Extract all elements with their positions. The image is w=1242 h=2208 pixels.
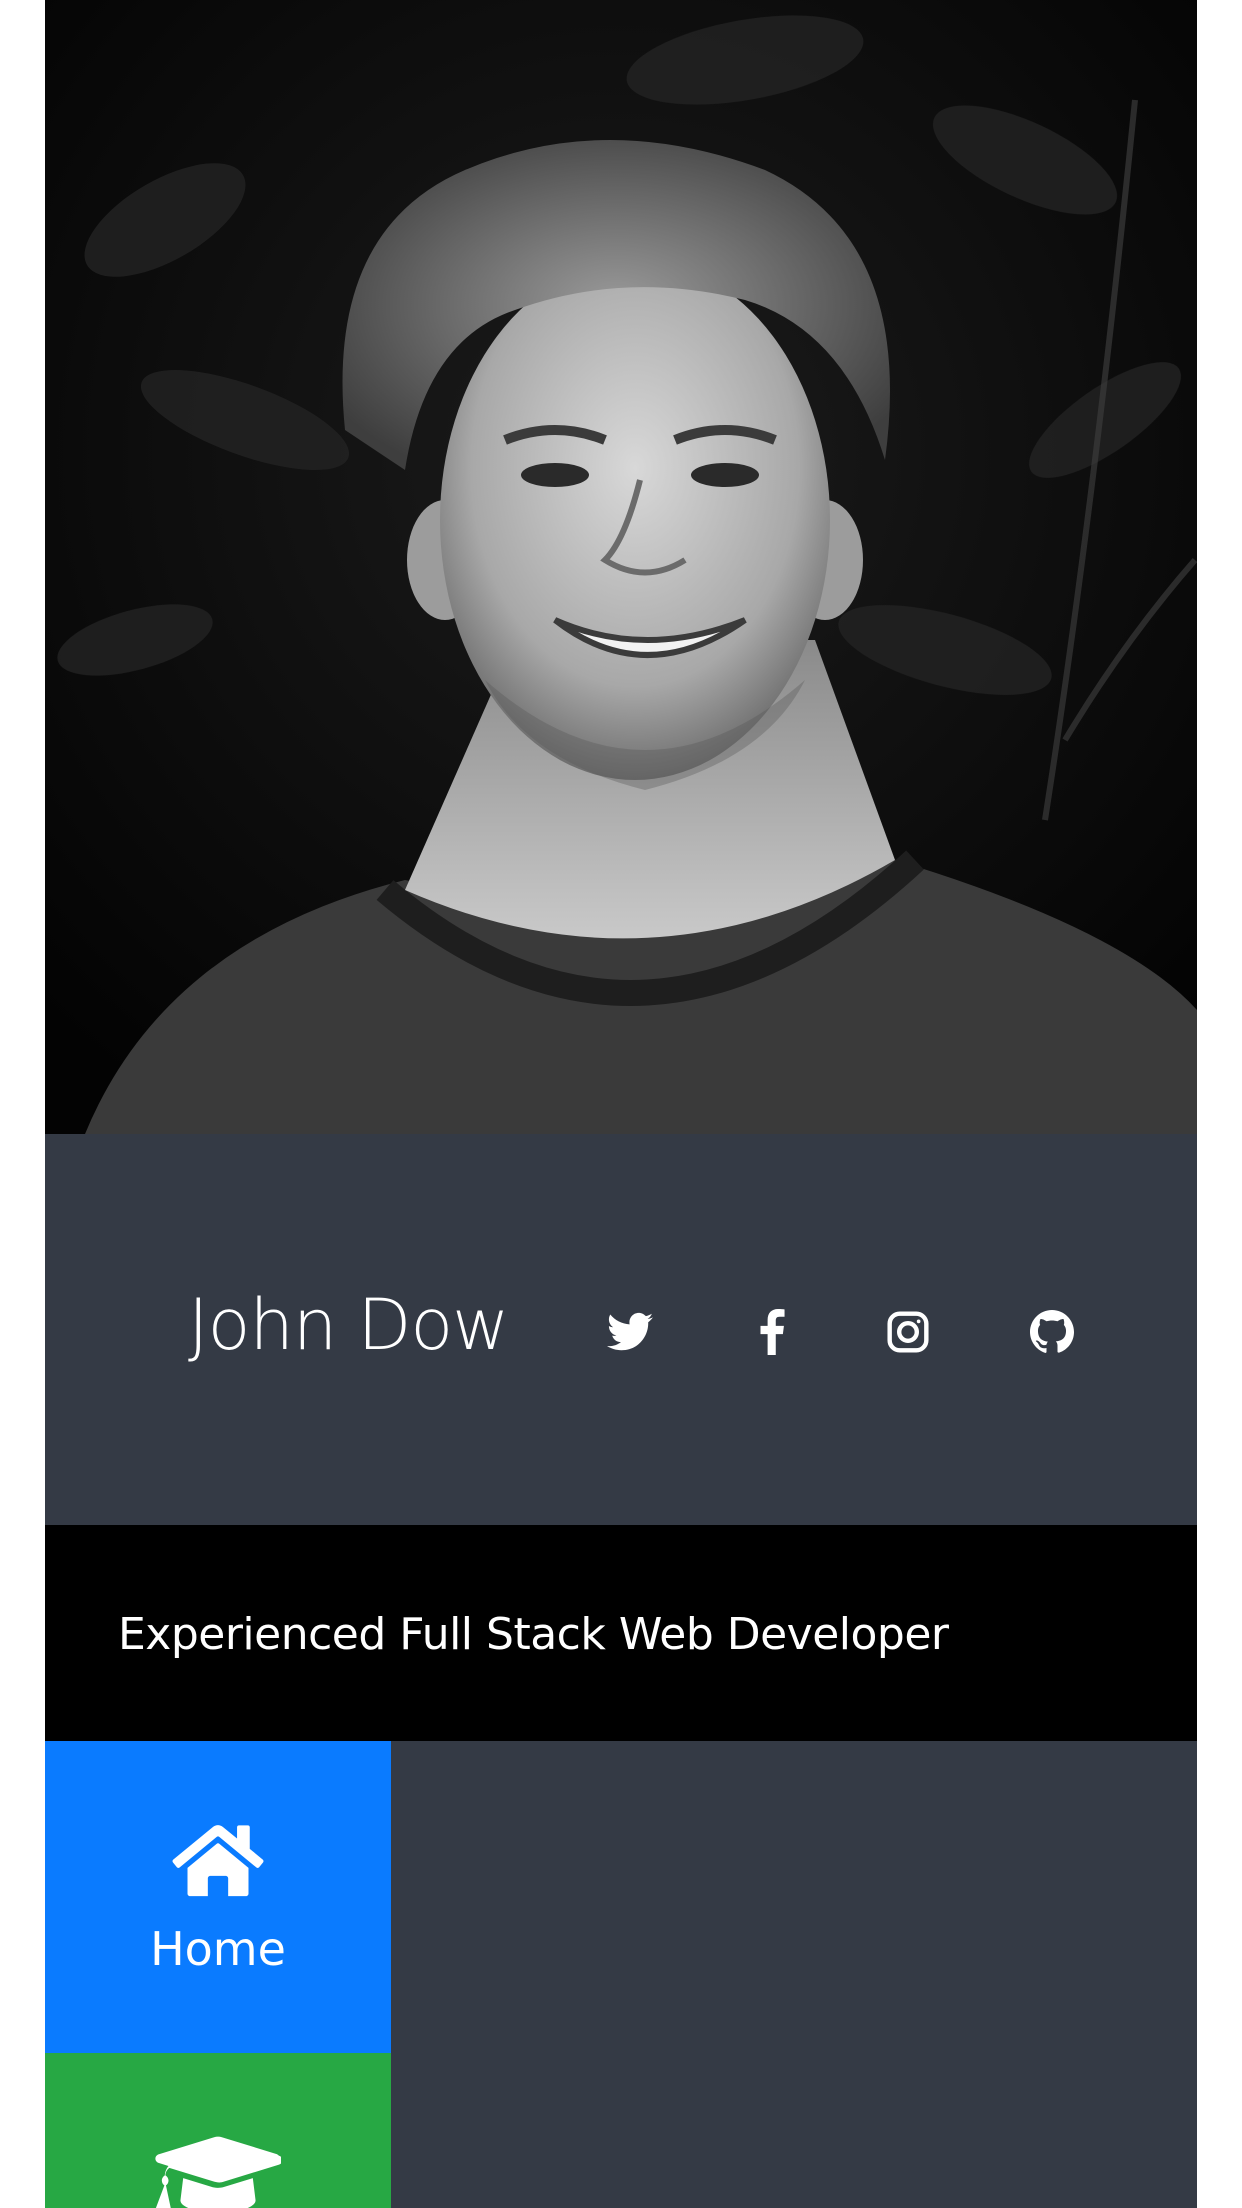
page: John Dow Experienced Full Stack Web Deve… (45, 0, 1197, 2208)
nav-home-label: Home (150, 1922, 286, 1976)
tagline-text: Experienced Full Stack Web Developer (118, 1609, 949, 1660)
instagram-icon (887, 1311, 929, 1353)
nav-home-tile[interactable]: Home (45, 1741, 391, 2053)
twitter-icon (607, 1312, 653, 1351)
profile-photo (45, 0, 1197, 1134)
twitter-link[interactable] (600, 1302, 660, 1362)
graduation-cap-icon (45, 2128, 391, 2208)
facebook-icon (760, 1309, 785, 1355)
nav-education-tile[interactable] (45, 2053, 391, 2208)
profile-name: John Dow (188, 1284, 509, 1366)
home-icon (45, 1825, 391, 1899)
github-icon (1030, 1310, 1074, 1353)
github-link[interactable] (1022, 1302, 1082, 1362)
facebook-link[interactable] (742, 1302, 802, 1362)
instagram-link[interactable] (878, 1302, 938, 1362)
